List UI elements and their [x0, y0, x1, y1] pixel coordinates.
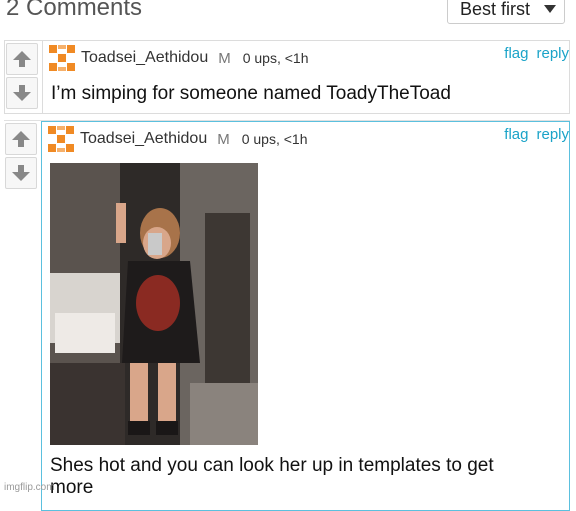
comment-text-line-2: more [50, 477, 94, 498]
reply-link[interactable]: reply [536, 126, 569, 143]
downvote-button[interactable] [6, 77, 38, 109]
comment-body: Toadsei_Aethidou M 0 ups, <1h flag reply … [42, 41, 569, 113]
sort-select[interactable]: Best first [447, 0, 565, 24]
chevron-down-icon [544, 5, 556, 13]
comment-actions: flag reply [496, 126, 569, 143]
comment-stats: 0 ups, <1h [241, 131, 308, 147]
flag-link[interactable]: flag [504, 45, 528, 62]
reply-link[interactable]: reply [536, 45, 569, 62]
comment-actions: flag reply [496, 45, 569, 62]
arrow-down-icon [13, 85, 31, 101]
mod-badge: M [218, 49, 231, 67]
arrow-down-icon [12, 165, 30, 181]
comment-stats: 0 ups, <1h [242, 50, 309, 66]
arrow-up-icon [12, 131, 30, 147]
comment-text: I’m simping for someone named ToadyTheTo… [51, 83, 451, 104]
comment-1: Toadsei_Aethidou M 0 ups, <1h flag reply … [4, 40, 570, 114]
comment-meta: Toadsei_Aethidou M 0 ups, <1h [48, 126, 563, 152]
comment-body-selected: Toadsei_Aethidou M 0 ups, <1h flag reply [41, 121, 570, 511]
flag-link[interactable]: flag [504, 126, 528, 143]
downvote-button[interactable] [5, 157, 37, 189]
upvote-button[interactable] [6, 43, 38, 75]
comments-count-title: 2 Comments [6, 0, 143, 21]
photo-illustration [50, 163, 258, 445]
username-link[interactable]: Toadsei_Aethidou [81, 49, 208, 67]
sort-label: Best first [460, 0, 531, 19]
username-link[interactable]: Toadsei_Aethidou [80, 130, 207, 148]
avatar-icon[interactable] [48, 126, 74, 152]
comment-text-line-1: Shes hot and you can look her up in temp… [50, 455, 494, 476]
arrow-up-icon [13, 51, 31, 67]
comment-text: Shes hot and you can look her up in temp… [50, 455, 550, 499]
upvote-button[interactable] [5, 123, 37, 155]
watermark: imgflip.com [4, 482, 55, 493]
comment-2: Toadsei_Aethidou M 0 ups, <1h flag reply [4, 120, 570, 511]
comment-meta: Toadsei_Aethidou M 0 ups, <1h [49, 45, 564, 71]
mod-badge: M [217, 130, 230, 148]
avatar-icon[interactable] [49, 45, 75, 71]
comment-image[interactable] [50, 163, 258, 445]
